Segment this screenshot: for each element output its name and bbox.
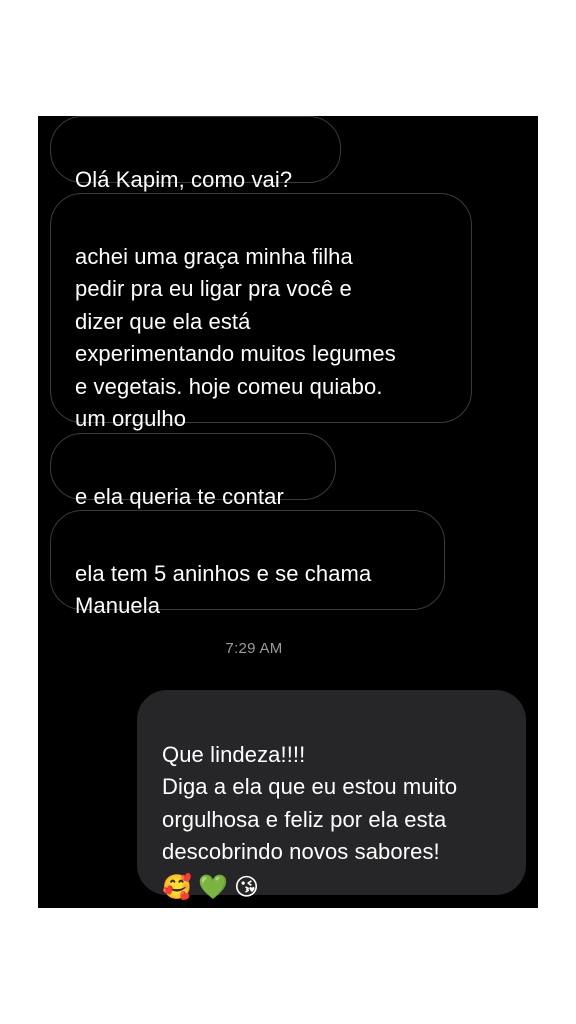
- outgoing-message-bubble[interactable]: Que lindeza!!!! Diga a ela que eu estou …: [137, 690, 526, 901]
- face-blowing-kiss-emoji: 😘: [233, 873, 260, 901]
- message-text: achei uma graça minha filha pedir pra eu…: [75, 243, 396, 432]
- incoming-message-bubble[interactable]: Olá Kapim, como vai?: [50, 116, 341, 192]
- message-text: Olá Kapim, como vai?: [75, 166, 293, 192]
- emoji-row: 🥰 💚 😘: [162, 871, 502, 905]
- incoming-message-bubble[interactable]: ela tem 5 aninhos e se chama Manuela: [50, 510, 445, 618]
- message-timestamp: 7:29 AM: [225, 640, 283, 657]
- green-heart-emoji: 💚: [197, 873, 228, 901]
- message-text: ela tem 5 aninhos e se chama Manuela: [75, 560, 372, 619]
- message-text: Que lindeza!!!! Diga a ela que eu estou …: [162, 741, 458, 865]
- incoming-message-bubble[interactable]: e ela queria te contar: [50, 433, 336, 509]
- message-text: e ela queria te contar: [75, 483, 284, 509]
- incoming-message-bubble[interactable]: achei uma graça minha filha pedir pra eu…: [50, 193, 472, 431]
- smiling-face-with-hearts-emoji: 🥰: [162, 873, 192, 901]
- chat-thread: Olá Kapim, como vai? achei uma graça min…: [38, 116, 538, 908]
